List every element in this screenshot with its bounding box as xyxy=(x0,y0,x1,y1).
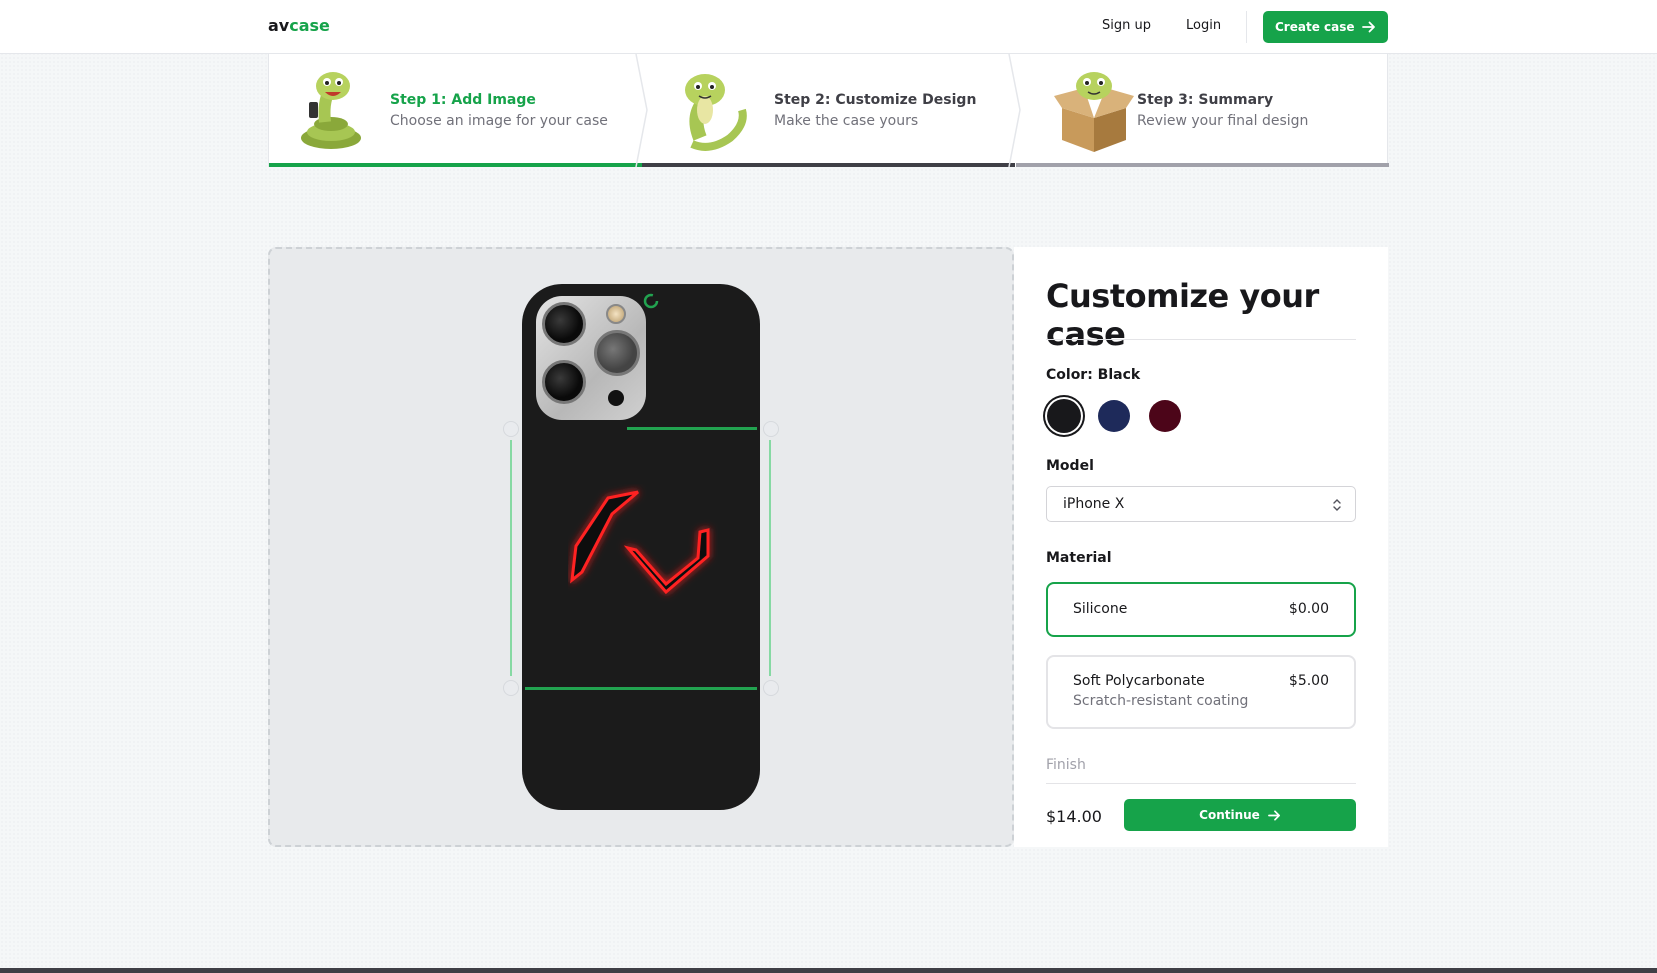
step-1-subtitle: Choose an image for your case xyxy=(390,113,608,129)
divider xyxy=(1046,339,1356,340)
resize-handle-bottom-left[interactable] xyxy=(503,680,519,696)
cobra-mascot-phone-icon xyxy=(301,72,361,149)
camera-lens xyxy=(594,330,640,376)
color-label: Color: Black xyxy=(1046,367,1141,383)
image-frame-top-edge[interactable] xyxy=(627,427,757,430)
total-price: $14.00 xyxy=(1046,807,1102,826)
cobra-in-box-icon xyxy=(1054,72,1134,152)
create-case-button[interactable]: Create case xyxy=(1263,11,1388,43)
uploaded-image xyxy=(570,490,710,595)
image-frame-bottom-edge[interactable] xyxy=(525,687,757,690)
step-2-subtitle: Make the case yours xyxy=(774,113,919,129)
logo[interactable]: avcase xyxy=(268,16,330,35)
logo-part-2: case xyxy=(289,16,330,35)
step-2: Step 2: Customize Design Make the case y… xyxy=(642,54,1015,167)
signup-link[interactable]: Sign up xyxy=(1102,18,1151,33)
continue-button[interactable]: Continue xyxy=(1124,799,1356,831)
camera-module xyxy=(536,296,646,420)
arrow-right-icon xyxy=(1362,21,1375,33)
step-1-title: Step 1: Add Image xyxy=(390,92,536,108)
material-price: $5.00 xyxy=(1288,673,1329,689)
cobra-mascot-icon xyxy=(685,74,747,151)
step-2-title: Step 2: Customize Design xyxy=(774,92,977,108)
step-1-progress-bar xyxy=(269,163,642,167)
material-price: $0.00 xyxy=(1288,601,1329,617)
material-label: Material xyxy=(1046,550,1112,566)
create-case-label: Create case xyxy=(1275,20,1355,34)
progress-steps: Step 1: Add Image Choose an image for yo… xyxy=(268,54,1389,167)
logo-part-1: av xyxy=(268,16,290,35)
material-name: Silicone xyxy=(1073,601,1128,617)
loading-spinner-icon xyxy=(643,293,659,309)
model-select[interactable]: iPhone X xyxy=(1046,486,1356,522)
login-link[interactable]: Login xyxy=(1186,18,1221,33)
model-label: Model xyxy=(1046,458,1094,474)
step-2-progress-bar xyxy=(642,163,1015,167)
model-select-value: iPhone X xyxy=(1063,496,1125,512)
material-name: Soft Polycarbonate xyxy=(1073,673,1205,689)
resize-handle-top-left[interactable] xyxy=(503,421,519,437)
material-description: Scratch-resistant coating xyxy=(1073,693,1249,709)
nav-divider xyxy=(1246,11,1247,43)
sensor-icon xyxy=(608,390,624,406)
step-3-progress-bar xyxy=(1016,163,1389,167)
color-swatch-rose[interactable] xyxy=(1149,400,1181,432)
customize-panel: Customize your case Color: Black Model i… xyxy=(1014,247,1388,847)
image-frame-left-edge[interactable] xyxy=(510,440,512,676)
color-swatch-blue[interactable] xyxy=(1098,400,1130,432)
material-option-silicone[interactable]: Silicone $0.00 xyxy=(1046,582,1356,637)
step-3: Step 3: Summary Review your final design xyxy=(1016,54,1389,167)
resize-handle-bottom-right[interactable] xyxy=(763,680,779,696)
page-title: Customize your case xyxy=(1046,277,1319,353)
step-3-subtitle: Review your final design xyxy=(1137,113,1309,129)
chevron-up-down-icon xyxy=(1333,499,1341,511)
camera-lens xyxy=(542,302,586,346)
phone-case-preview xyxy=(522,284,760,810)
divider xyxy=(1046,783,1356,784)
material-option-soft-polycarbonate[interactable]: Soft Polycarbonate $5.00 Scratch-resista… xyxy=(1046,655,1356,729)
continue-label: Continue xyxy=(1199,808,1260,822)
finish-label: Finish xyxy=(1046,757,1086,773)
color-swatch-black[interactable] xyxy=(1047,399,1081,433)
arrow-right-icon xyxy=(1267,809,1280,821)
footer-edge xyxy=(0,968,1657,973)
step-1: Step 1: Add Image Choose an image for yo… xyxy=(269,54,642,167)
resize-handle-top-right[interactable] xyxy=(763,421,779,437)
flash-icon xyxy=(606,304,626,324)
camera-lens xyxy=(542,360,586,404)
navbar: avcase Sign up Login Create case xyxy=(0,0,1657,54)
step-3-title: Step 3: Summary xyxy=(1137,92,1274,108)
image-frame-right-edge[interactable] xyxy=(769,440,771,676)
